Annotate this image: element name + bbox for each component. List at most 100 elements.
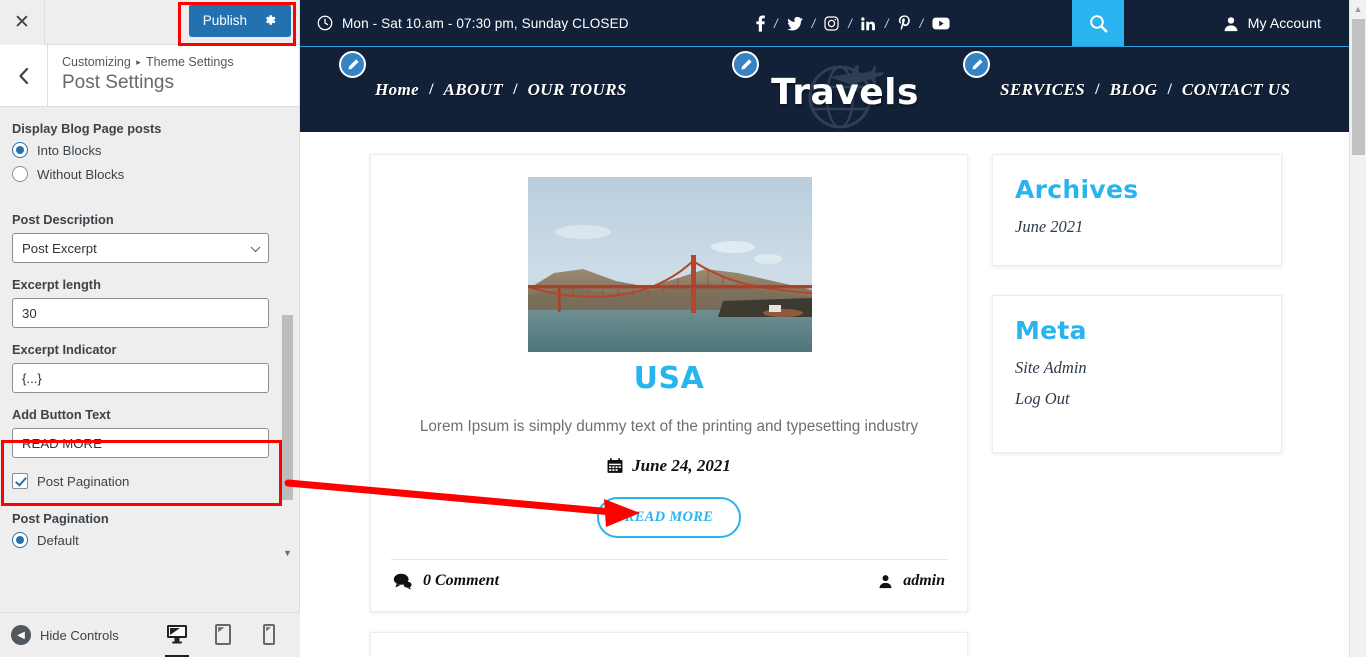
chevron-left-icon — [19, 67, 29, 84]
social-links: / / / / / — [756, 0, 950, 47]
radio-indicator[interactable] — [12, 166, 28, 182]
radio-into-blocks-label: Into Blocks — [37, 142, 102, 158]
close-icon[interactable]: ✕ — [0, 0, 45, 45]
device-preview-switcher — [164, 620, 300, 657]
preview-topbar: Mon - Sat 10.am - 07:30 pm, Sunday CLOSE… — [300, 0, 1366, 47]
excerpt-length-label: Excerpt length — [12, 277, 101, 292]
youtube-icon[interactable] — [932, 17, 950, 30]
site-logo[interactable]: Travels — [745, 57, 945, 129]
customizer-controls: Display Blog Page posts Into Blocks With… — [0, 107, 299, 656]
screen-root: ✕ Publish Customizing ▸ Theme Settings P… — [0, 0, 1366, 657]
excerpt-indicator-input[interactable]: {...} — [12, 363, 269, 393]
publish-button-label: Publish — [202, 13, 247, 28]
post-card — [370, 632, 968, 657]
device-tablet-button[interactable] — [210, 620, 236, 650]
breadcrumb-root[interactable]: Customizing — [62, 55, 131, 69]
post-thumbnail[interactable] — [528, 177, 812, 352]
pencil-edit-icon[interactable] — [963, 51, 990, 78]
clock-icon — [317, 15, 333, 31]
breadcrumb-parent[interactable]: Theme Settings — [146, 55, 234, 69]
site-preview: Mon - Sat 10.am - 07:30 pm, Sunday CLOSE… — [300, 0, 1366, 657]
radio-without-blocks-label: Without Blocks — [37, 166, 125, 182]
checkbox-post-pagination[interactable]: Post Pagination — [12, 473, 287, 489]
radio-indicator[interactable] — [12, 532, 28, 548]
panel-titles: Customizing ▸ Theme Settings Post Settin… — [48, 45, 299, 106]
back-button[interactable] — [0, 45, 48, 106]
gear-icon[interactable] — [263, 13, 277, 29]
sidebar-scrollbar-thumb[interactable] — [282, 315, 293, 500]
preview-navbar: Home / ABOUT / OUR TOURS Travels SERVICE… — [300, 47, 1366, 132]
social-separator: / — [884, 16, 889, 31]
calendar-icon — [607, 458, 623, 473]
twitter-icon[interactable] — [786, 16, 803, 31]
comment-count[interactable]: 0 Comment — [393, 572, 499, 590]
radio-pagination-default[interactable]: Default — [12, 532, 287, 548]
desktop-icon — [167, 625, 187, 644]
nav-separator: / — [513, 80, 518, 98]
preview-scrollbar[interactable]: ▲ — [1349, 0, 1366, 657]
post-meta: 0 Comment admin — [371, 560, 967, 590]
nav-item-blog[interactable]: BLOG — [1110, 80, 1158, 100]
pencil-edit-icon[interactable] — [339, 51, 366, 78]
breadcrumb-separator-icon: ▸ — [136, 57, 141, 67]
social-separator: / — [811, 16, 816, 31]
excerpt-length-input[interactable]: 30 — [12, 298, 269, 328]
post-description-value: Post Excerpt — [22, 240, 97, 256]
publish-button[interactable]: Publish — [188, 4, 291, 37]
add-button-text-label: Add Button Text — [12, 407, 111, 422]
comment-count-label: 0 Comment — [423, 572, 500, 589]
instagram-icon[interactable] — [824, 16, 839, 31]
device-desktop-button[interactable] — [164, 620, 190, 657]
facebook-icon[interactable] — [756, 15, 765, 32]
post-excerpt: Lorem Ipsum is simply dummy text of the … — [419, 418, 919, 435]
read-more-button[interactable]: READ MORE — [596, 497, 742, 538]
excerpt-indicator-label: Excerpt Indicator — [12, 342, 117, 357]
sidebar-scroll-down-icon[interactable]: ▼ — [282, 547, 293, 558]
scroll-up-icon[interactable]: ▲ — [1350, 0, 1366, 17]
customizer-sidebar: ✕ Publish Customizing ▸ Theme Settings P… — [0, 0, 300, 657]
post-author[interactable]: admin — [878, 572, 945, 590]
business-hours-text: Mon - Sat 10.am - 07:30 pm, Sunday CLOSE… — [342, 15, 629, 31]
linkedin-icon[interactable] — [861, 16, 876, 31]
post-description-select[interactable]: Post Excerpt — [12, 233, 269, 263]
pinterest-icon[interactable] — [898, 15, 911, 32]
widget-archives: Archives June 2021 — [992, 154, 1282, 266]
hide-controls-label: Hide Controls — [40, 627, 119, 643]
post-date-text: June 24, 2021 — [632, 456, 731, 475]
post-card: USA Lorem Ipsum is simply dummy text of … — [370, 154, 968, 612]
search-button[interactable] — [1072, 0, 1124, 46]
widget-item[interactable]: June 2021 — [1015, 217, 1259, 237]
post-author-label: admin — [903, 572, 945, 589]
social-separator: / — [774, 16, 778, 31]
my-account-label: My Account — [1247, 15, 1321, 32]
user-icon — [879, 574, 892, 588]
nav-item-services[interactable]: SERVICES — [1000, 80, 1085, 100]
nav-item-contact-us[interactable]: CONTACT US — [1182, 80, 1290, 100]
checkbox-indicator[interactable] — [12, 473, 28, 489]
my-account-link[interactable]: My Account — [1223, 0, 1321, 47]
widget-meta: Meta Site Admin Log Out — [992, 295, 1282, 453]
comment-icon — [393, 573, 412, 590]
nav-item-about[interactable]: ABOUT — [444, 80, 504, 100]
widget-item[interactable]: Log Out — [1015, 389, 1259, 409]
widget-item[interactable]: Site Admin — [1015, 358, 1259, 378]
radio-pagination-default-label: Default — [37, 532, 79, 548]
radio-indicator[interactable] — [12, 142, 28, 158]
preview-scrollbar-thumb[interactable] — [1352, 19, 1365, 155]
post-description-label: Post Description — [12, 212, 114, 227]
nav-item-our-tours[interactable]: OUR TOURS — [528, 80, 627, 100]
add-button-text-input[interactable]: READ MORE — [12, 428, 269, 458]
widget-title: Archives — [1015, 175, 1139, 204]
sidebar-scroll-up-icon[interactable]: ▲ — [282, 107, 293, 108]
device-mobile-button[interactable] — [256, 620, 282, 650]
radio-without-blocks[interactable]: Without Blocks — [12, 166, 287, 182]
breadcrumb: Customizing ▸ Theme Settings — [62, 54, 299, 70]
post-title[interactable]: USA — [371, 361, 967, 396]
hide-controls-button[interactable]: ◀ Hide Controls — [0, 625, 119, 645]
primary-nav-left: Home / ABOUT / OUR TOURS — [375, 80, 627, 100]
social-separator: / — [848, 16, 852, 31]
radio-into-blocks[interactable]: Into Blocks — [12, 142, 287, 158]
nav-item-home[interactable]: Home — [375, 80, 419, 100]
pencil-edit-icon[interactable] — [732, 51, 759, 78]
checkbox-post-pagination-label: Post Pagination — [37, 473, 130, 489]
